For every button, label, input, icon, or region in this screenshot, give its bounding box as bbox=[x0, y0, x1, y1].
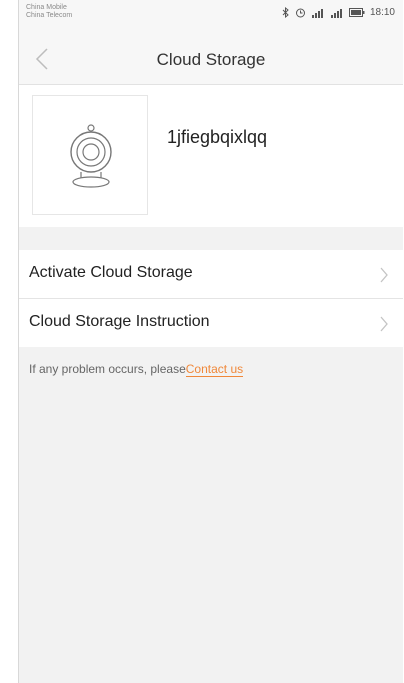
battery-icon bbox=[348, 8, 365, 17]
device-card: 1jfiegbqixlqq bbox=[19, 85, 403, 227]
help-text: If any problem occurs, pleaseContact us bbox=[29, 362, 244, 377]
page-title: Cloud Storage bbox=[156, 50, 266, 69]
menu-item-label: Cloud Storage Instruction bbox=[29, 313, 210, 330]
status-time: 18:10 bbox=[369, 7, 395, 18]
chevron-right-icon bbox=[380, 267, 388, 283]
signal-icon bbox=[311, 8, 325, 18]
cloud-storage-instruction-item[interactable]: Cloud Storage Instruction bbox=[19, 299, 403, 347]
menu-item-label: Activate Cloud Storage bbox=[29, 264, 193, 281]
title-bar: Cloud Storage bbox=[19, 34, 403, 85]
contact-us-link[interactable]: Contact us bbox=[185, 362, 244, 377]
menu-list: Activate Cloud Storage Cloud Storage Ins… bbox=[19, 250, 403, 347]
carrier-info: China Mobile China Telecom bbox=[26, 4, 72, 20]
carrier-1: China Mobile bbox=[26, 4, 67, 11]
signal-icon bbox=[330, 8, 344, 18]
help-message: If any problem occurs, please bbox=[29, 362, 186, 376]
activate-cloud-storage-item[interactable]: Activate Cloud Storage bbox=[19, 250, 403, 299]
status-icons: 18:10 bbox=[282, 7, 395, 18]
status-bar: China Mobile China Telecom 18:10 bbox=[19, 0, 403, 34]
bluetooth-icon bbox=[282, 7, 290, 18]
device-name: 1jfiegbqixlqq bbox=[167, 127, 268, 147]
camera-icon bbox=[70, 124, 112, 188]
device-thumbnail bbox=[32, 95, 148, 215]
alarm-icon bbox=[295, 7, 306, 18]
chevron-right-icon bbox=[380, 316, 388, 332]
app-screen: China Mobile China Telecom 18:10 Cloud S… bbox=[18, 0, 403, 683]
carrier-2: China Telecom bbox=[26, 12, 73, 19]
